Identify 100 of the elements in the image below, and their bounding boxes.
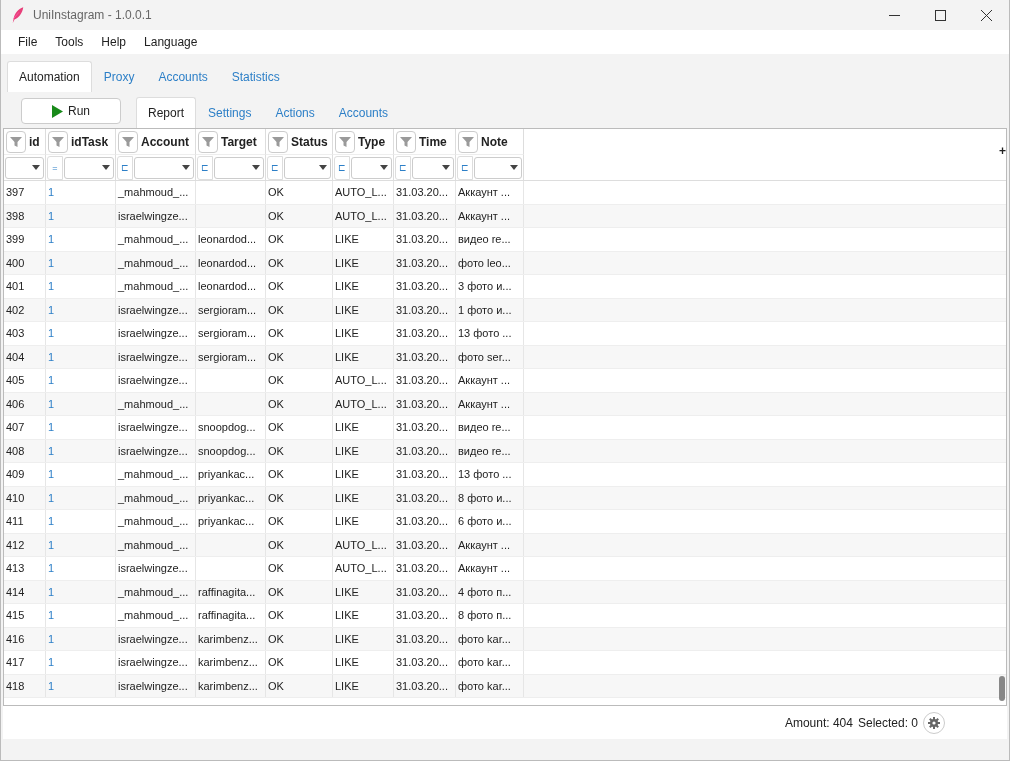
- table-cell: LIKE: [333, 345, 394, 368]
- table-cell: 418: [4, 674, 46, 697]
- table-cell: 31.03.20...: [394, 181, 456, 204]
- table-cell: 1: [46, 557, 116, 580]
- menu-item[interactable]: Help: [92, 35, 136, 49]
- play-icon: [52, 104, 63, 118]
- table-cell: 1: [46, 439, 116, 462]
- table-cell: sergioram...: [196, 298, 266, 321]
- table-cell: israelwingze...: [116, 651, 196, 674]
- filter-button[interactable]: [198, 130, 218, 153]
- filter-button[interactable]: [6, 130, 26, 153]
- maximize-icon[interactable]: [935, 9, 946, 21]
- filter-dropdown[interactable]: [412, 156, 454, 179]
- table-cell: OK: [266, 627, 333, 650]
- filter-button[interactable]: [118, 130, 138, 153]
- tab[interactable]: Proxy: [91, 61, 147, 92]
- filter-button[interactable]: [335, 130, 355, 153]
- table-cell: _mahmoud_...: [116, 604, 196, 627]
- tab[interactable]: Actions: [263, 97, 327, 128]
- close-icon[interactable]: [981, 9, 992, 21]
- table-cell: OK: [266, 510, 333, 533]
- table-cell: 31.03.20...: [394, 275, 456, 298]
- filter-button[interactable]: [268, 130, 288, 153]
- column-header[interactable]: idTask: [46, 129, 116, 155]
- table-cell: 31.03.20...: [394, 392, 456, 415]
- column-header[interactable]: Status: [266, 129, 333, 155]
- table-cell: 1 фото и...: [456, 298, 524, 321]
- operator-selector[interactable]: ⊏: [457, 155, 473, 180]
- table-cell: 398: [4, 204, 46, 227]
- column-header[interactable]: Account: [116, 129, 196, 155]
- column-header[interactable]: id: [4, 129, 46, 155]
- table-cell: 1: [46, 651, 116, 674]
- operator-selector[interactable]: ⊏: [334, 155, 350, 180]
- caret-icon: [510, 165, 518, 170]
- table-cell: 31.03.20...: [394, 557, 456, 580]
- filter-button[interactable]: [396, 130, 416, 153]
- tab[interactable]: Report: [136, 97, 197, 128]
- table-cell: LIKE: [333, 627, 394, 650]
- table-cell: karimbenz...: [196, 674, 266, 697]
- table-cell: Аккаунт ...: [456, 557, 524, 580]
- column-title: Status: [291, 134, 328, 149]
- table-cell: 31.03.20...: [394, 580, 456, 603]
- column-title: id: [29, 134, 40, 149]
- tab[interactable]: Automation: [7, 61, 92, 92]
- operator-selector[interactable]: ⊏: [197, 155, 213, 180]
- table-cell: LIKE: [333, 463, 394, 486]
- add-column-button[interactable]: +: [999, 145, 1006, 157]
- table-cell: 415: [4, 604, 46, 627]
- filter-dropdown[interactable]: [214, 156, 264, 179]
- table-cell: 417: [4, 651, 46, 674]
- column-header[interactable]: Time: [394, 129, 456, 155]
- operator-selector[interactable]: =: [47, 155, 63, 180]
- table-cell: AUTO_L...: [333, 204, 394, 227]
- scrollbar-thumb[interactable]: [999, 676, 1005, 701]
- table-cell: OK: [266, 251, 333, 274]
- column-title: Account: [141, 134, 189, 149]
- menu-item[interactable]: Language: [135, 35, 207, 49]
- filter-dropdown[interactable]: [5, 156, 44, 179]
- filter-dropdown[interactable]: [351, 156, 392, 179]
- filter-icon: [462, 135, 474, 148]
- operator-selector[interactable]: ⊏: [395, 155, 411, 180]
- table-cell: LIKE: [333, 228, 394, 251]
- table-cell: OK: [266, 322, 333, 345]
- tab[interactable]: Accounts: [146, 61, 220, 92]
- run-button[interactable]: Run: [21, 98, 121, 124]
- filter-icon: [339, 135, 351, 148]
- filter-button[interactable]: [458, 130, 478, 153]
- caret-icon: [442, 165, 450, 170]
- selected-label: Selected: 0: [857, 715, 918, 730]
- table-cell: фото leo...: [456, 251, 524, 274]
- table-cell: LIKE: [333, 604, 394, 627]
- table-cell: 1: [46, 674, 116, 697]
- filter-dropdown[interactable]: [64, 156, 114, 179]
- filter-dropdown[interactable]: [134, 156, 194, 179]
- filter-button[interactable]: [48, 130, 68, 153]
- column-header[interactable]: Note: [456, 129, 524, 155]
- menu-item[interactable]: File: [9, 35, 47, 49]
- menu-item[interactable]: Tools: [46, 35, 93, 49]
- table-cell: _mahmoud_...: [116, 580, 196, 603]
- table-cell: 409: [4, 463, 46, 486]
- table-cell: 1: [46, 510, 116, 533]
- filter-dropdown[interactable]: [474, 156, 522, 179]
- table-cell: priyankac...: [196, 463, 266, 486]
- caret-icon: [252, 165, 260, 170]
- table-cell: 31.03.20...: [394, 345, 456, 368]
- column-title: Time: [419, 134, 447, 149]
- table-cell: Аккаунт ...: [456, 533, 524, 556]
- tab[interactable]: Statistics: [219, 61, 292, 92]
- table-cell: OK: [266, 275, 333, 298]
- filter-dropdown[interactable]: [284, 156, 331, 179]
- tab[interactable]: Accounts: [326, 97, 401, 128]
- table-cell: OK: [266, 486, 333, 509]
- tab[interactable]: Settings: [196, 97, 264, 128]
- table-cell: OK: [266, 416, 333, 439]
- operator-selector[interactable]: ⊏: [267, 155, 283, 180]
- table-cell: _mahmoud_...: [116, 181, 196, 204]
- table-cell: OK: [266, 439, 333, 462]
- column-header[interactable]: Type: [333, 129, 394, 155]
- column-header[interactable]: Target: [196, 129, 266, 155]
- operator-selector[interactable]: ⊏: [117, 155, 133, 180]
